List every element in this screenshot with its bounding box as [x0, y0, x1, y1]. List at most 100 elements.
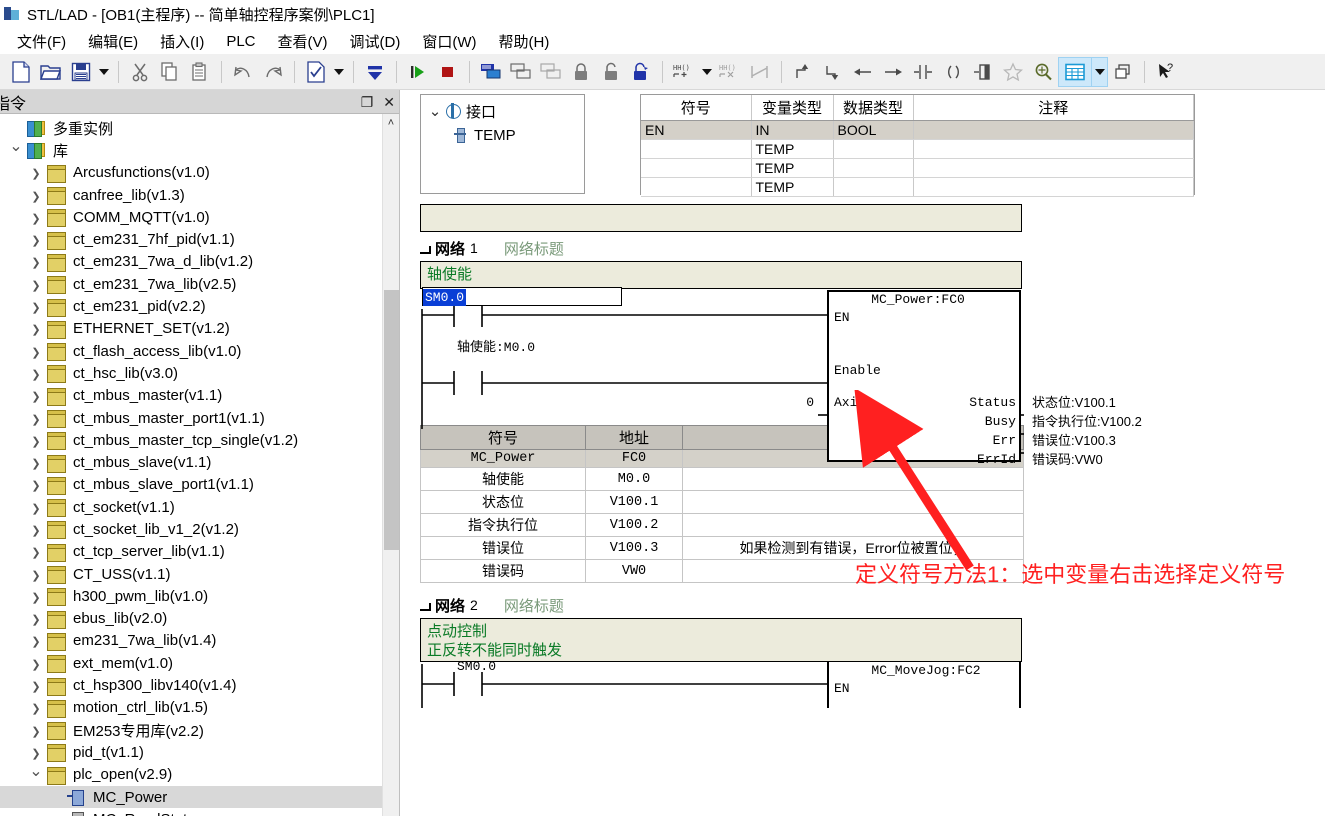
interface-root-row[interactable]: ⌄ 接口 [427, 99, 584, 123]
program-status-off2-icon[interactable] [536, 57, 566, 87]
variable-table-row[interactable]: TEMP [641, 139, 1194, 158]
tree-item[interactable]: h300_pwm_lib(v1.0) [0, 585, 382, 607]
tree-item[interactable]: CT_USS(v1.1) [0, 563, 382, 585]
chevron-right-icon[interactable] [26, 500, 46, 515]
stop-icon[interactable] [433, 57, 463, 87]
chevron-right-icon[interactable] [26, 522, 46, 537]
lock-open-icon[interactable] [596, 57, 626, 87]
program-comment-field[interactable] [420, 204, 1022, 232]
chevron-right-icon[interactable] [26, 344, 46, 359]
output-wire-status[interactable]: 状态位:V100.1 [1032, 393, 1142, 412]
chevron-right-icon[interactable] [26, 589, 46, 604]
tree-item[interactable]: ct_hsc_lib(v3.0) [0, 362, 382, 384]
symbol-table-dropdown-arrow[interactable] [1092, 57, 1108, 87]
tree-item[interactable]: ct_em231_7hf_pid(v1.1) [0, 228, 382, 250]
tree-item[interactable]: ct_mbus_master_port1(v1.1) [0, 407, 382, 429]
var-type-cell[interactable]: TEMP [751, 158, 833, 177]
compile-dropdown-arrow[interactable] [331, 57, 347, 87]
tree-item[interactable]: ext_mem(v1.0) [0, 652, 382, 674]
run-icon[interactable] [403, 57, 433, 87]
float-panel-icon[interactable]: ❐ [361, 95, 374, 109]
address-cell[interactable]: VW0 [586, 560, 683, 583]
download-icon[interactable] [360, 57, 390, 87]
variable-table-row[interactable]: TEMP [641, 177, 1194, 196]
tree-item[interactable]: ct_mbus_slave_port1(v1.1) [0, 474, 382, 496]
var-type-cell[interactable]: TEMP [751, 139, 833, 158]
tree-item[interactable]: COMM_MQTT(v1.0) [0, 206, 382, 228]
open-folder-icon[interactable] [36, 57, 66, 87]
tree-item[interactable]: ct_tcp_server_lib(v1.1) [0, 541, 382, 563]
program-top-comment-box[interactable] [420, 204, 1022, 232]
arrow-left-icon[interactable] [848, 57, 878, 87]
close-icon[interactable]: ✕ [383, 95, 395, 109]
network-1-comment[interactable]: 轴使能 [420, 261, 1022, 289]
tree-item[interactable]: ct_socket_lib_v1_2(v1.2) [0, 518, 382, 540]
output-wire-busy[interactable]: 指令执行位:V100.2 [1032, 412, 1142, 431]
menu-item-edit[interactable]: 编辑(E) [77, 29, 149, 54]
comment-cell[interactable] [683, 491, 1024, 514]
tree-item[interactable]: plc_open(v2.9) [0, 764, 382, 786]
col-data-type[interactable]: 数据类型 [833, 95, 913, 120]
symbol-cell[interactable]: EN [641, 120, 751, 139]
tree-item[interactable]: ebus_lib(v2.0) [0, 608, 382, 630]
variable-table-row[interactable]: TEMP [641, 158, 1194, 177]
symbol-cell[interactable]: 指令执行位 [421, 514, 586, 537]
chevron-right-icon[interactable] [26, 254, 46, 269]
favorite-star-icon[interactable] [998, 57, 1028, 87]
chevron-right-icon[interactable] [26, 544, 46, 559]
tree-item[interactable]: 库 [0, 139, 382, 161]
chevron-right-icon[interactable] [26, 299, 46, 314]
symbol-table-icon[interactable] [1058, 57, 1092, 87]
data-type-cell[interactable] [833, 158, 913, 177]
chevron-right-icon[interactable] [26, 388, 46, 403]
symbol-cell[interactable]: 状态位 [421, 491, 586, 514]
col-symbol[interactable]: 符号 [641, 95, 751, 120]
lock-blue-icon[interactable] [626, 57, 656, 87]
menu-item-file[interactable]: 文件(F) [6, 29, 77, 54]
network-add-icon[interactable]: HH() [669, 57, 699, 87]
tree-item[interactable]: ct_mbus_master(v1.1) [0, 385, 382, 407]
menu-item-debug[interactable]: 调试(D) [339, 29, 412, 54]
chevron-down-icon[interactable] [6, 140, 26, 160]
chevron-right-icon[interactable] [26, 745, 46, 760]
zoom-icon[interactable] [1028, 57, 1058, 87]
address-cell[interactable]: V100.3 [586, 537, 683, 560]
scrollbar-thumb[interactable] [384, 290, 399, 550]
tree-item[interactable]: 多重实例 [0, 117, 382, 139]
tree-item[interactable]: MC_ReadStatus [0, 808, 382, 816]
chevron-right-icon[interactable] [26, 611, 46, 626]
symbol-cell[interactable]: 错误码 [421, 560, 586, 583]
comment-cell[interactable] [913, 158, 1194, 177]
interface-temp-row[interactable]: TEMP [427, 123, 584, 147]
network-2-comment[interactable]: 点动控制 正反转不能同时触发 [420, 618, 1022, 662]
data-type-cell[interactable]: BOOL [833, 120, 913, 139]
tree-item[interactable]: ct_em231_pid(v2.2) [0, 295, 382, 317]
symbol-table-row[interactable]: 指令执行位V100.2 [421, 514, 1024, 537]
symbol-edit-cell[interactable]: SM0.0 [422, 287, 622, 306]
chevron-right-icon[interactable] [26, 678, 46, 693]
box-icon[interactable] [968, 57, 998, 87]
output-wire-err[interactable]: 错误位:V100.3 [1032, 431, 1142, 450]
chevron-right-icon[interactable] [26, 477, 46, 492]
chevron-right-icon[interactable] [26, 165, 46, 180]
help-pointer-icon[interactable]: ? [1151, 57, 1181, 87]
comment-cell[interactable] [913, 177, 1194, 196]
insert-down-icon[interactable] [818, 57, 848, 87]
tree-item[interactable]: pid_t(v1.1) [0, 741, 382, 763]
address-cell[interactable]: V100.2 [586, 514, 683, 537]
cascade-windows-icon[interactable] [1108, 57, 1138, 87]
lock-closed-icon[interactable] [566, 57, 596, 87]
menu-item-window[interactable]: 窗口(W) [411, 29, 487, 54]
program-status-icon[interactable] [476, 57, 506, 87]
tree-item[interactable]: ct_em231_7wa_lib(v2.5) [0, 273, 382, 295]
chevron-right-icon[interactable] [26, 321, 46, 336]
chevron-right-icon[interactable] [26, 210, 46, 225]
network-1-comment-text[interactable]: 轴使能 [420, 261, 1022, 289]
collapse-icon[interactable] [420, 599, 433, 612]
data-type-cell[interactable] [833, 177, 913, 196]
col-var-type[interactable]: 变量类型 [751, 95, 833, 120]
redo-icon[interactable] [258, 57, 288, 87]
chevron-right-icon[interactable] [26, 232, 46, 247]
comment-cell[interactable] [683, 468, 1024, 491]
tree-vertical-scrollbar[interactable]: ˄ [382, 114, 399, 816]
